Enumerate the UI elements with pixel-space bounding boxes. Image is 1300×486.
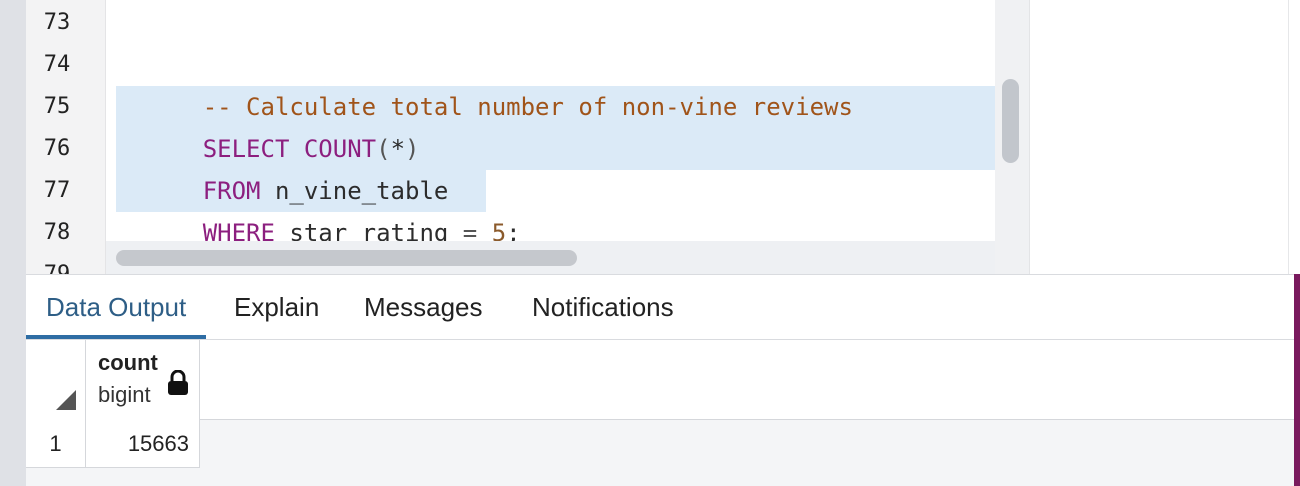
column-type: bigint — [98, 382, 151, 407]
select-all-triangle-icon — [56, 390, 76, 410]
left-sidebar-edge — [0, 0, 26, 486]
grid-header — [26, 340, 1294, 420]
line-number-74: 74 — [43, 52, 71, 77]
tab-explain[interactable]: Explain — [214, 275, 339, 339]
lock-icon — [168, 370, 188, 395]
row-number[interactable]: 1 — [26, 420, 86, 468]
line-number-gutter: 73 74 75 76 77 78 79 — [26, 0, 106, 274]
tab-data-output[interactable]: Data Output — [26, 275, 207, 339]
line-number-75: 75 — [43, 94, 71, 119]
code-line-76[interactable]: FROM n_vine_table — [116, 128, 449, 205]
code-area[interactable]: -- Calculate total number of non-vine re… — [106, 0, 995, 247]
line-number-73: 73 — [43, 10, 71, 35]
grid-corner-select-all[interactable] — [26, 340, 86, 420]
cell-count[interactable]: 15663 — [86, 420, 200, 468]
code-line-74[interactable]: -- Calculate total number of non-vine re… — [116, 44, 853, 121]
code-line-77[interactable]: WHERE star_rating = 5; — [116, 170, 521, 247]
table-row[interactable]: 1 15663 — [26, 420, 1294, 468]
column-name: count — [98, 350, 158, 375]
right-pane — [1029, 0, 1300, 274]
tab-messages[interactable]: Messages — [344, 275, 503, 339]
data-output-grid: count bigint 1 15663 — [26, 340, 1294, 485]
line-number-79: 79 — [26, 254, 88, 274]
line-number-76: 76 — [43, 136, 71, 161]
results-panel: Data Output Explain Messages Notificatio… — [26, 274, 1294, 486]
code-line-75[interactable]: SELECT COUNT(*) — [116, 86, 420, 163]
line-number-77: 77 — [43, 178, 71, 203]
column-header-count[interactable]: count bigint — [86, 340, 200, 420]
window-edge — [1294, 274, 1300, 486]
results-tab-bar: Data Output Explain Messages Notificatio… — [26, 275, 1294, 340]
line-number-78: 78 — [43, 220, 71, 245]
vertical-scrollbar-thumb[interactable] — [1002, 79, 1019, 163]
right-pane-edge — [1288, 0, 1300, 274]
sql-editor[interactable]: 73 74 75 76 77 78 79 -- Calculate total … — [26, 0, 1029, 274]
horizontal-scrollbar-thumb[interactable] — [116, 250, 577, 266]
tab-notifications[interactable]: Notifications — [512, 275, 694, 339]
